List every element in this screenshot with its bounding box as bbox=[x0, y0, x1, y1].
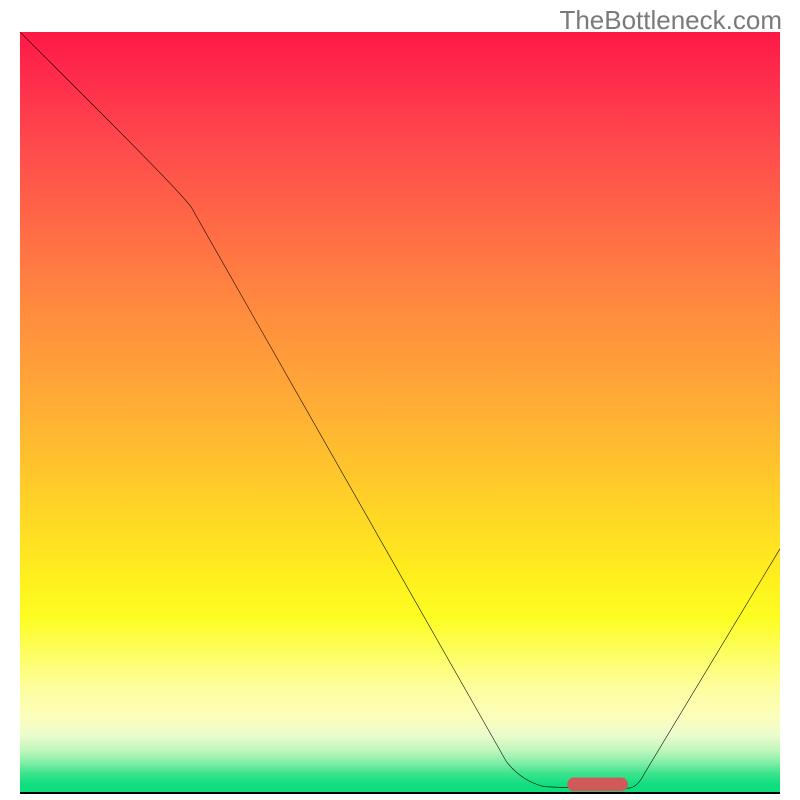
bottleneck-curve bbox=[20, 32, 780, 788]
curve-layer bbox=[20, 32, 780, 792]
chart-container: TheBottleneck.com bbox=[0, 0, 800, 800]
x-axis-line bbox=[20, 792, 780, 794]
plot-area bbox=[20, 32, 780, 792]
optimal-range-marker bbox=[567, 778, 628, 792]
